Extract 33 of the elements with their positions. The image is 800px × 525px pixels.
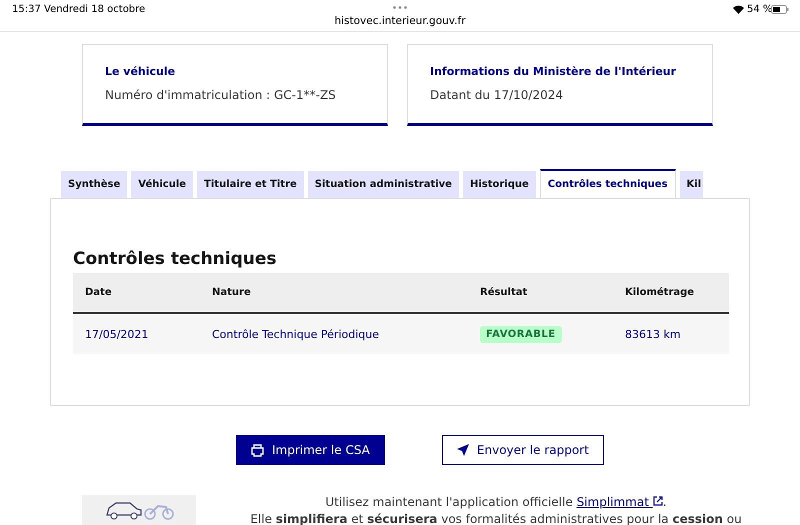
- clock: 15:37: [12, 4, 41, 15]
- tab[interactable]: Synthèse: [61, 171, 128, 198]
- card-title: Le véhicule: [105, 65, 176, 78]
- send-button[interactable]: Envoyer le rapport: [442, 435, 604, 465]
- mileage-cell-text: 83613 km: [625, 328, 682, 340]
- printer-icon: [251, 444, 264, 456]
- battery-icon: [771, 5, 789, 14]
- column-header: Kilométrage: [625, 287, 696, 298]
- send-icon: [456, 444, 469, 456]
- wifi-icon: [733, 5, 744, 14]
- promo-text: Utilisez maintenant l'application officielle Simplimmat .: [325, 495, 667, 509]
- card-title: Informations du Ministère de l'Intérieur: [430, 65, 678, 78]
- column-header: Résultat: [480, 287, 528, 298]
- result-badge: FAVORABLE: [480, 326, 562, 342]
- card-text: Datant du 17/10/2024: [430, 88, 564, 102]
- tab[interactable]: Kil: [680, 171, 704, 198]
- tab[interactable]: Titulaire et Titre: [197, 171, 304, 198]
- external-link-icon: [652, 496, 663, 506]
- print-button[interactable]: Imprimer le CSA: [236, 435, 385, 465]
- column-header: Nature: [212, 287, 252, 298]
- app-link[interactable]: Simplimmat: [576, 495, 663, 509]
- tab[interactable]: Contrôles techniques: [540, 169, 676, 198]
- tab[interactable]: Véhicule: [131, 171, 194, 198]
- date: Vendredi 18 octobre: [44, 4, 146, 15]
- section-title: Contrôles techniques: [73, 249, 278, 269]
- date-cell-text: 17/05/2021: [85, 328, 150, 340]
- tab[interactable]: Historique: [462, 171, 536, 198]
- card-text: Numéro d'immatriculation : GC-1**-ZS: [105, 88, 337, 102]
- more-icon[interactable]: [393, 6, 407, 9]
- url-bar[interactable]: histovec.interieur.gouv.fr: [0, 15, 800, 27]
- tab[interactable]: Situation administrative: [308, 171, 459, 198]
- nature-cell-text: Contrôle Technique Périodique: [212, 328, 380, 340]
- column-header: Date: [85, 287, 113, 298]
